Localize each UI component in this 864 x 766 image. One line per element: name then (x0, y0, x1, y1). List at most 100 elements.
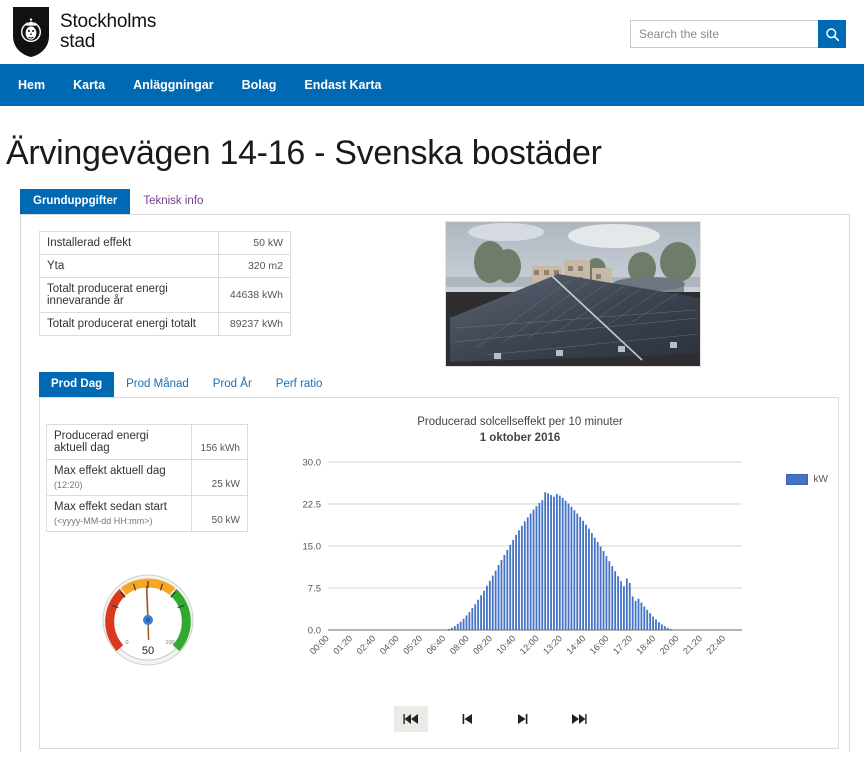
chart-bar (637, 598, 640, 630)
nav-item-karta[interactable]: Karta (59, 64, 119, 106)
chart-bar (663, 626, 666, 630)
x-axis-tick-label: 18:40 (634, 633, 657, 656)
content-card: Installerad effekt 50 kW Yta 320 m2 Tota… (20, 214, 850, 759)
legend-label-kw: kW (813, 474, 828, 485)
chart-bar (445, 629, 447, 630)
chart-bar (561, 497, 564, 630)
chart-bar (488, 580, 491, 630)
nav-item-hem[interactable]: Hem (14, 64, 59, 106)
tab-teknisk-info[interactable]: Teknisk info (130, 189, 216, 214)
main-navigation: Hem Karta Anläggningar Bolag Endast Kart… (0, 64, 864, 106)
chart-bar (588, 528, 590, 630)
tab-prod-manad[interactable]: Prod Månad (114, 372, 201, 397)
search-button[interactable] (818, 20, 846, 48)
chart-bar (480, 595, 482, 630)
info-value-yta: 320 m2 (218, 254, 291, 278)
y-axis-tick-label: 15.0 (303, 542, 322, 553)
tab-prod-dag[interactable]: Prod Dag (39, 372, 115, 397)
chart-bar (558, 495, 561, 630)
chart-bar (620, 581, 622, 630)
chart-bar (509, 544, 512, 630)
x-axis-tick-label: 04:00 (378, 633, 401, 656)
chart-bar (646, 609, 649, 630)
chart-bar (459, 621, 462, 630)
x-axis-tick-label: 08:00 (448, 633, 471, 656)
gauge-icon: 0 100 50 50 (102, 574, 194, 666)
chart-bar (468, 612, 471, 630)
x-axis-tick-label: 05:20 (401, 633, 424, 656)
y-axis-tick-label: 22.5 (303, 500, 322, 511)
skip-first-icon (403, 714, 418, 724)
chart-bar (518, 530, 520, 630)
info-label-energi-totalt: Totalt producerat energi totalt (39, 312, 219, 336)
chart-bar (658, 622, 660, 630)
metric-label-text: Max effekt aktuell dag (54, 465, 166, 477)
step-prev-button[interactable] (450, 706, 484, 732)
table-row: Max effekt aktuell dag (12:20) 25 kW (46, 459, 248, 496)
stockholm-crest-icon (13, 7, 49, 57)
chart-bar (494, 570, 497, 630)
chart-bar (515, 534, 517, 630)
chart-bar (623, 586, 625, 630)
chart-bar (535, 506, 538, 630)
chart-bar (541, 500, 544, 630)
chart-bar (602, 551, 605, 630)
tab-perf-ratio[interactable]: Perf ratio (264, 372, 335, 397)
chart-title: Producerad solcellseffekt per 10 minuter (417, 416, 623, 428)
production-chart: Producerad solcellseffekt per 10 minuter… (276, 406, 864, 746)
chart-bar (643, 606, 646, 630)
metric-value-max-effekt-dag: 25 kW (191, 459, 248, 496)
x-axis-tick-label: 12:00 (518, 633, 541, 656)
tab-grunduppgifter[interactable]: Grunduppgifter (20, 189, 131, 214)
metric-value-max-effekt-start: 50 kW (191, 495, 248, 532)
legend-swatch-kw (785, 474, 808, 485)
chart-bar (532, 509, 535, 630)
logo-line-2: stad (60, 31, 96, 52)
table-row: Installerad effekt 50 kW (39, 231, 291, 255)
daily-metrics-table: Producerad energi aktuell dag 156 kWh Ma… (46, 424, 248, 532)
chart-bar (585, 524, 587, 630)
chart-bar (590, 533, 593, 630)
chart-bar (582, 520, 585, 630)
chart-bar (652, 616, 654, 630)
production-tab-bar: Prod Dag Prod Månad Prod År Perf ratio (39, 372, 839, 397)
nav-item-endast-karta[interactable]: Endast Karta (290, 64, 395, 106)
nav-item-bolag[interactable]: Bolag (228, 64, 291, 106)
info-label-energi-innevarande-ar: Totalt producerat energi innevarande år (39, 277, 219, 313)
x-axis-tick-label: 21:20 (681, 633, 704, 656)
chart-bar (640, 602, 643, 630)
x-axis-tick-label: 09:20 (471, 633, 494, 656)
chart-bar (547, 493, 550, 630)
search-input[interactable] (630, 20, 818, 48)
x-axis-tick-label: 17:20 (611, 633, 634, 656)
page-root: Stockholms stad Hem Karta Anläggningar B… (0, 0, 864, 766)
step-next-button[interactable] (506, 706, 540, 732)
chart-bar (617, 576, 619, 630)
chart-bar (611, 566, 614, 630)
site-logo[interactable]: Stockholms stad (12, 6, 156, 58)
table-row: Totalt producerat energi innevarande år … (39, 277, 291, 313)
chart-bar (520, 525, 523, 630)
chart-bar (666, 627, 669, 630)
chart-bar (672, 629, 675, 630)
chart-bar (453, 626, 456, 630)
x-axis-tick-label: 06:40 (424, 633, 447, 656)
nav-item-anlaggningar[interactable]: Anläggningar (119, 64, 228, 106)
skip-last-button[interactable] (562, 706, 596, 732)
chart-bar (660, 624, 663, 630)
chart-bar (608, 561, 611, 630)
table-row: Yta 320 m2 (39, 254, 291, 278)
production-panel: Producerad energi aktuell dag 156 kWh Ma… (39, 397, 839, 749)
tab-prod-ar[interactable]: Prod År (201, 372, 264, 397)
x-axis-tick-label: 16:00 (588, 633, 611, 656)
chart-bar (529, 513, 532, 630)
chart-bar (628, 582, 631, 630)
chart-bar (483, 590, 485, 630)
chart-legend: kW (785, 474, 828, 485)
skip-first-button[interactable] (394, 706, 428, 732)
chart-bar (448, 628, 450, 630)
info-value-energi-innevarande-ar: 44638 kWh (218, 277, 291, 313)
chart-bar (625, 578, 628, 630)
chart-bar (477, 599, 480, 630)
chart-bar (512, 539, 515, 630)
